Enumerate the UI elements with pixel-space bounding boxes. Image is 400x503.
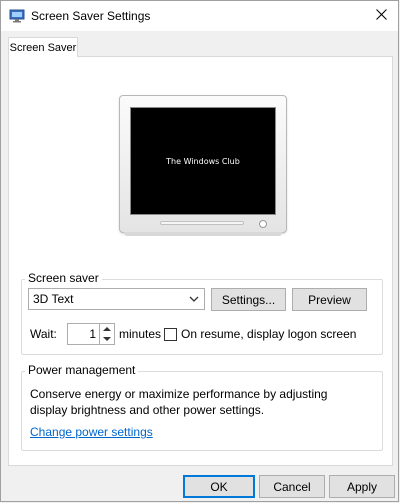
screen-saver-select[interactable]: 3D Text bbox=[28, 288, 205, 310]
power-management-group-label: Power management bbox=[25, 363, 139, 377]
wait-label: Wait: bbox=[30, 327, 57, 341]
monitor-slot bbox=[160, 221, 244, 225]
preview-button-label: Preview bbox=[308, 292, 351, 307]
tab-panel: The Windows Club Screen saver 3D Text Se… bbox=[8, 56, 393, 466]
close-icon bbox=[375, 9, 387, 23]
minutes-label: minutes bbox=[119, 327, 162, 341]
cancel-button-label: Cancel bbox=[273, 479, 311, 494]
wait-minutes-stepper[interactable] bbox=[100, 323, 115, 345]
ok-button[interactable]: OK bbox=[183, 475, 255, 498]
apply-button-label: Apply bbox=[346, 479, 378, 494]
screen-saver-selected-value: 3D Text bbox=[33, 292, 74, 306]
power-description-line2: display brightness and other power setti… bbox=[30, 403, 265, 417]
tab-label: Screen Saver bbox=[9, 41, 77, 54]
preview-screen: The Windows Club bbox=[130, 107, 276, 215]
wait-minutes-input[interactable]: 1 bbox=[67, 323, 100, 345]
window-title: Screen Saver Settings bbox=[31, 9, 151, 23]
tab-screen-saver[interactable]: Screen Saver bbox=[8, 37, 78, 57]
settings-button[interactable]: Settings... bbox=[211, 288, 286, 311]
preview-screen-text: The Windows Club bbox=[166, 156, 240, 166]
change-power-settings-link[interactable]: Change power settings bbox=[30, 425, 153, 439]
monitor-base bbox=[124, 232, 282, 236]
preview-button[interactable]: Preview bbox=[292, 288, 367, 311]
power-led-icon bbox=[259, 220, 267, 228]
display-settings-icon bbox=[9, 9, 25, 23]
chevron-down-icon bbox=[188, 290, 200, 308]
power-description-line1: Conserve energy or maximize performance … bbox=[30, 387, 328, 401]
ok-button-label: OK bbox=[210, 479, 228, 494]
settings-button-label: Settings... bbox=[221, 292, 276, 307]
stepper-down-icon[interactable] bbox=[100, 334, 114, 344]
stepper-up-icon[interactable] bbox=[100, 324, 114, 334]
cancel-button[interactable]: Cancel bbox=[259, 475, 325, 498]
monitor-preview: The Windows Club bbox=[119, 95, 287, 233]
screen-saver-settings-window: Screen Saver Settings Screen Saver The W… bbox=[0, 0, 399, 502]
resume-logon-label[interactable]: On resume, display logon screen bbox=[181, 327, 356, 341]
apply-button[interactable]: Apply bbox=[329, 475, 395, 498]
title-bar[interactable]: Screen Saver Settings bbox=[1, 1, 398, 31]
screen-saver-group-label: Screen saver bbox=[25, 271, 102, 285]
resume-logon-checkbox[interactable] bbox=[164, 328, 177, 341]
close-button[interactable] bbox=[364, 1, 398, 31]
